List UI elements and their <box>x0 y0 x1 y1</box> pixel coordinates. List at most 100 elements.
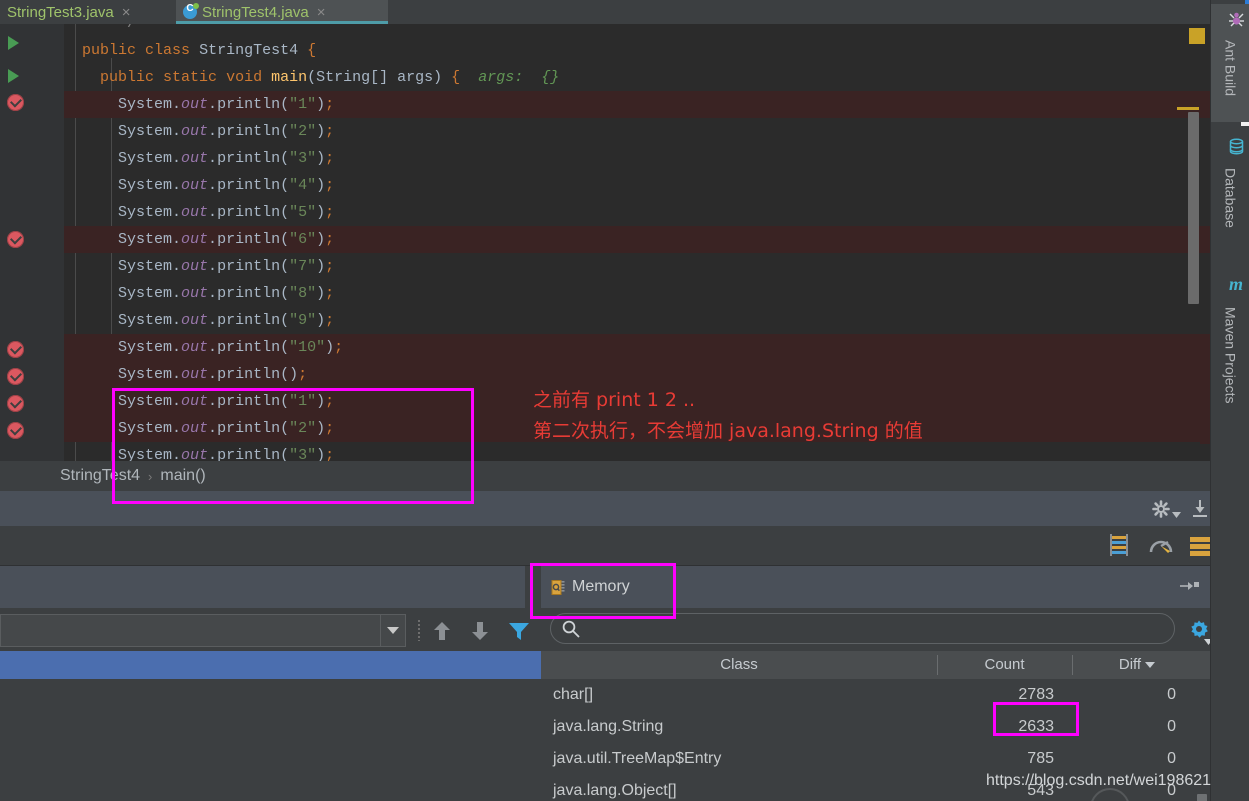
code-line-println[interactable]: System.out.println("7"); <box>64 253 1210 280</box>
column-header-diff-label: Diff <box>1118 656 1142 673</box>
code-line-main-decl[interactable]: public static void main(String[] args) {… <box>64 64 1210 91</box>
variables-tree[interactable] <box>0 679 541 793</box>
breadcrumb-class[interactable]: StringTest4 <box>60 467 140 485</box>
code-line-println-empty[interactable]: System.out.println(); <box>64 361 1210 388</box>
class-filter-input[interactable] <box>0 614 381 647</box>
code-line-println[interactable]: System.out.println("10"); <box>64 334 1210 361</box>
code-line-println[interactable]: System.out.println("4"); <box>64 172 1210 199</box>
code-token: . <box>208 258 218 275</box>
variables-toolbar <box>0 608 529 651</box>
code-token: . <box>208 177 218 194</box>
watermark-text: https://blog.csdn.net/wei198621 <box>986 772 1212 789</box>
code-line-println[interactable]: System.out.println("8"); <box>64 280 1210 307</box>
memory-tab[interactable]: Memory <box>549 566 630 608</box>
run-method-icon[interactable] <box>8 69 19 83</box>
memory-settings-gear-icon[interactable] <box>1189 619 1213 645</box>
chevron-down-icon[interactable] <box>1172 506 1181 524</box>
code-token: . <box>208 150 218 167</box>
next-match-button[interactable] <box>470 620 490 642</box>
breakpoint-icon[interactable] <box>7 422 24 439</box>
sidebar-item-maven-projects[interactable]: m Maven Projects <box>1211 268 1249 448</box>
sidebar-item-database[interactable]: Database <box>1211 132 1249 252</box>
code-token: println <box>217 285 281 302</box>
breakpoint-icon[interactable] <box>7 94 24 111</box>
memory-scrollbar-thumb[interactable] <box>1197 794 1207 801</box>
code-token: System. <box>118 204 182 221</box>
code-token: println <box>217 231 281 248</box>
filter-icon[interactable] <box>508 620 530 642</box>
breadcrumb[interactable]: StringTest4 › main() <box>0 461 1210 491</box>
code-token: println <box>217 96 281 113</box>
breakpoint-icon[interactable] <box>7 368 24 385</box>
code-token: println <box>217 204 281 221</box>
code-token: . <box>208 231 218 248</box>
search-icon <box>561 619 581 644</box>
tab-stringtest3[interactable]: StringTest3.java × <box>0 0 170 24</box>
code-line-println[interactable]: System.out.println("9"); <box>64 307 1210 334</box>
breadcrumb-method[interactable]: main() <box>160 467 205 485</box>
database-icon <box>1228 138 1245 158</box>
table-row[interactable]: java.util.TreeMap$Entry 785 0 <box>541 743 1210 775</box>
code-token: ; <box>325 285 335 302</box>
string-literal: 10 <box>298 339 317 356</box>
column-header-count[interactable]: Count <box>937 651 1072 679</box>
previous-match-button[interactable] <box>432 620 452 642</box>
code-token: out <box>181 150 209 167</box>
code-token: println <box>217 393 281 410</box>
table-row[interactable]: java.lang.String 2633 0 <box>541 711 1210 743</box>
brace: { <box>307 42 317 59</box>
threads-icon[interactable] <box>1108 534 1134 563</box>
code-token: ; <box>334 339 344 356</box>
column-header-diff[interactable]: Diff <box>1072 651 1202 679</box>
run-class-icon[interactable] <box>8 36 19 50</box>
breakpoint-icon[interactable] <box>7 231 24 248</box>
editor-marker-line[interactable] <box>1177 107 1199 110</box>
keyword-static: static <box>163 69 218 86</box>
keyword-class: class <box>145 42 191 59</box>
breakpoint-icon[interactable] <box>7 395 24 412</box>
variables-panel-header <box>0 566 525 608</box>
cell-class: java.lang.Object[] <box>553 782 677 799</box>
close-icon[interactable]: × <box>122 4 131 21</box>
editor-gutter[interactable] <box>0 24 36 461</box>
gear-icon[interactable] <box>1152 500 1170 523</box>
annotation-note-line-2: 第二次执行，不会增加 java.lang.String 的值 <box>533 420 923 442</box>
class-filter-dropdown[interactable] <box>381 614 406 647</box>
code-token: ; <box>325 447 335 461</box>
variables-panel <box>0 566 541 801</box>
string-literal: 4 <box>298 177 308 194</box>
profiler-gauge-icon[interactable] <box>1148 534 1174 563</box>
toolbar-separator <box>418 620 420 641</box>
code-line-println[interactable]: System.out.println("1"); <box>64 91 1210 118</box>
string-literal: 9 <box>298 312 308 329</box>
code-line-println[interactable]: System.out.println("2"); <box>64 118 1210 145</box>
code-token: out <box>181 447 209 461</box>
code-token: System. <box>118 312 182 329</box>
code-line-println[interactable]: System.out.println("6"); <box>64 226 1210 253</box>
code-token: out <box>181 420 209 437</box>
column-header-class[interactable]: Class <box>541 651 937 679</box>
memory-search-input[interactable] <box>550 613 1175 644</box>
tab-stringtest4[interactable]: StringTest4.java × <box>176 0 388 24</box>
breakpoint-icon[interactable] <box>7 341 24 358</box>
cell-count: 2633 <box>1018 718 1054 735</box>
code-line-println[interactable]: System.out.println("5"); <box>64 199 1210 226</box>
keyword-public: public <box>100 69 155 86</box>
collapse-panel-icon[interactable] <box>1179 579 1199 598</box>
code-token: out <box>181 366 209 383</box>
code-line-class-decl[interactable]: public class StringTest4 { <box>64 37 1210 64</box>
code-token: println <box>217 177 281 194</box>
cell-count: 785 <box>1027 750 1054 767</box>
editor-marker-warning-icon[interactable] <box>1189 28 1205 44</box>
table-row[interactable]: char[] 2783 0 <box>541 679 1210 711</box>
code-folding-rail[interactable] <box>36 24 91 461</box>
code-token: System. <box>118 420 182 437</box>
ide-window: StringTest3.java × StringTest4.java × <box>0 0 1249 801</box>
close-icon[interactable]: × <box>317 4 326 21</box>
export-icon[interactable] <box>1190 499 1210 524</box>
code-token: out <box>181 96 209 113</box>
sidebar-item-ant-build[interactable]: Ant Build <box>1211 4 1249 122</box>
selected-variable-row[interactable] <box>0 651 541 679</box>
code-line-println[interactable]: System.out.println("3"); <box>64 145 1210 172</box>
editor-scrollbar-thumb[interactable] <box>1188 112 1199 304</box>
